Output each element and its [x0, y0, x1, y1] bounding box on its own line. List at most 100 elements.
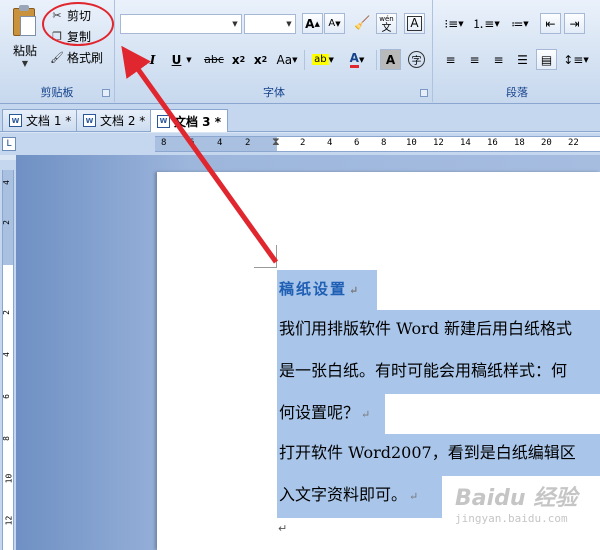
clipboard-group-label: 剪贴板	[40, 86, 74, 99]
watermark-url: jingyan.baidu.com	[455, 512, 568, 525]
multilevel-list-icon[interactable]: ≔ ▼	[506, 13, 534, 34]
horizontal-ruler[interactable]: 8 6 4 2 2 4 6 8 10 12 14 16 18 20 22 ⧗	[155, 135, 600, 152]
ruler-tick: 6	[189, 138, 195, 148]
ruler-tick: 10	[406, 138, 417, 148]
phonetic-guide-button[interactable]: wén 文	[376, 13, 397, 34]
highlight-color-icon[interactable]: ab ▼	[308, 49, 338, 70]
tab-selector-label: L	[6, 139, 12, 149]
font-group: ▼ ▼ A ▲ A ▼ 🧹 wén 文 A B I U ▼ abc x2 x2 Aa…	[116, 0, 433, 102]
tab-selector[interactable]: L	[2, 137, 16, 151]
vruler-tick: 2	[1, 220, 11, 225]
bold-button[interactable]: B	[120, 49, 141, 70]
tab-document-2[interactable]: W 文档 2 *	[76, 109, 153, 131]
baidu-watermark: Baidu 经验 jingyan.baidu.com	[455, 480, 595, 545]
tab-document-3[interactable]: W 文档 3 *	[150, 109, 228, 132]
vruler-tick: 4	[1, 352, 11, 357]
highlight-circle	[42, 2, 114, 46]
ruler-tick: 18	[514, 138, 525, 148]
paragraph-group: ⁝≡ ▼ ⒈≡ ▼ ≔ ▼ ⇤ ⇥ ≡ ≡ ≡ ☰ ▤ ↕≡ ▼ 段落	[434, 0, 600, 102]
change-case-label: Aa	[276, 52, 293, 67]
document-text-line[interactable]: 是一张白纸。有时可能会用稿纸样式：何	[277, 352, 600, 394]
tab-label: 文档 2 *	[100, 114, 146, 128]
ruler-tick: 22	[568, 138, 579, 148]
word-document-icon: W	[83, 114, 96, 127]
horizontal-ruler-row: L 8 6 4 2 2 4 6 8 10 12 14 16 18 20 22 ⧗	[0, 133, 600, 155]
document-line-text: 是一张白纸。有时可能会用稿纸样式：何	[279, 361, 568, 380]
subscript-suffix: 2	[239, 55, 246, 64]
ruler-tick: 6	[354, 138, 360, 148]
font-color-label: A	[349, 51, 359, 68]
format-painter-label: 格式刷	[67, 50, 104, 65]
vruler-tick: 10	[4, 473, 14, 484]
font-color-button[interactable]: A ▼	[342, 49, 372, 70]
numbering-icon[interactable]: ⒈≡ ▼	[472, 13, 500, 34]
ruler-tick: 4	[217, 138, 223, 148]
paragraph-mark: ↵	[349, 284, 361, 297]
format-painter-button[interactable]: 🖌 格式刷	[50, 48, 103, 66]
tab-document-1[interactable]: W 文档 1 *	[2, 109, 79, 131]
align-right-icon[interactable]: ≡	[488, 49, 509, 70]
font-size-combo[interactable]: ▼	[244, 14, 296, 34]
justify-icon[interactable]: ☰	[512, 49, 533, 70]
font-name-combo[interactable]: ▼	[120, 14, 242, 34]
decrease-indent-icon[interactable]: ⇤	[540, 13, 561, 34]
underline-label: U	[171, 52, 182, 67]
document-text-line[interactable]: 打开软件 Word2007，看到是白纸编辑区	[277, 434, 600, 476]
ruler-tick: 8	[161, 138, 167, 148]
document-title-line[interactable]: 稿纸设置 ↵	[277, 270, 377, 310]
superscript-button[interactable]: x2	[250, 49, 271, 70]
align-left-icon[interactable]: ≡	[440, 49, 461, 70]
word-document-icon: W	[9, 114, 22, 127]
ruler-tick: 2	[245, 138, 251, 148]
vruler-tick: 4	[1, 180, 11, 185]
bullets-icon[interactable]: ⁝≡ ▼	[440, 13, 468, 34]
page-corner-mark	[276, 245, 277, 267]
char-border-label: A	[407, 16, 422, 31]
clear-format-icon[interactable]: 🧹	[352, 13, 373, 34]
paragraph-mark: ↵	[409, 490, 419, 503]
distributed-icon[interactable]: ▤	[536, 49, 557, 70]
document-text-line[interactable]: 我们用排版软件 Word 新建后用白纸格式	[277, 310, 600, 352]
increase-indent-icon[interactable]: ⇥	[564, 13, 585, 34]
enclose-char-button[interactable]: 字	[406, 49, 427, 70]
paragraph-group-label: 段落	[506, 86, 528, 99]
italic-label: I	[149, 52, 156, 67]
grow-font-label: A	[305, 16, 315, 31]
subscript-label: x	[231, 52, 240, 67]
chevron-down-icon[interactable]: ▼	[6, 59, 44, 68]
vruler-tick: 8	[1, 436, 11, 441]
word-document-icon: W	[157, 114, 170, 128]
clipboard-dialog-launcher[interactable]	[102, 89, 110, 97]
chevron-down-icon[interactable]: ▼	[283, 15, 295, 33]
vertical-ruler[interactable]: 4 2 2 4 6 8 10 12	[0, 160, 16, 550]
italic-button[interactable]: I	[142, 49, 163, 70]
strikethrough-button[interactable]: abc	[202, 49, 226, 70]
document-line-text: 打开软件 Word2007，看到是白纸编辑区	[279, 443, 576, 462]
grow-font-button[interactable]: A ▲	[302, 13, 323, 34]
document-text-line[interactable]: 何设置呢？ ↵	[277, 394, 385, 434]
paste-button[interactable]: 粘贴 ▼	[6, 4, 44, 76]
strikethrough-label: abc	[204, 53, 224, 66]
change-case-button[interactable]: Aa ▼	[274, 49, 300, 70]
subscript-button[interactable]: x2	[228, 49, 249, 70]
page-corner-mark	[254, 267, 277, 268]
chevron-down-icon[interactable]: ▼	[229, 15, 241, 33]
char-shading-button[interactable]: A	[380, 49, 401, 70]
enclose-char-label: 字	[408, 51, 425, 68]
char-border-button[interactable]: A	[404, 13, 425, 34]
font-group-label: 字体	[263, 86, 285, 99]
line-spacing-icon[interactable]: ↕≡ ▼	[562, 49, 590, 70]
shrink-font-button[interactable]: A ▼	[324, 13, 345, 34]
char-shading-label: A	[385, 52, 396, 67]
ruler-tick: 8	[381, 138, 387, 148]
font-dialog-launcher[interactable]	[420, 89, 428, 97]
superscript-label: x	[253, 52, 262, 67]
document-text-line[interactable]: 入文字资料即可。 ↵	[277, 476, 442, 518]
underline-dropdown-icon[interactable]: ▼	[184, 49, 194, 70]
document-line-text: 入文字资料即可。	[279, 485, 408, 504]
paragraph-mark: ↵	[361, 408, 371, 421]
vruler-tick: 12	[4, 515, 14, 526]
indent-marker-icon[interactable]: ⧗	[272, 135, 280, 149]
align-center-icon[interactable]: ≡	[464, 49, 485, 70]
bold-label: B	[125, 52, 136, 67]
